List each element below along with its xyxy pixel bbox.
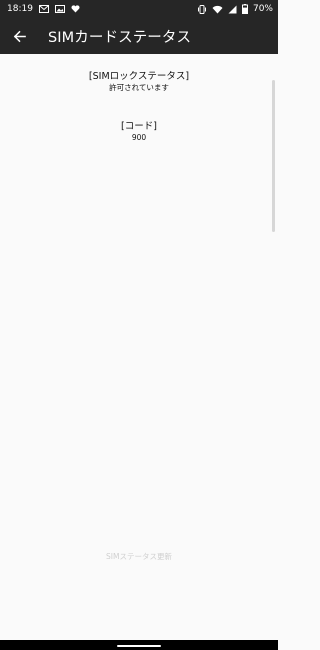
battery-percent: 70% [252, 4, 273, 14]
back-button[interactable] [1, 18, 37, 54]
code-label: [コード] [121, 121, 157, 132]
app-bar: SIMカードステータス [0, 18, 278, 54]
gmail-icon [38, 5, 49, 13]
battery-icon [241, 4, 248, 14]
page-title: SIMカードステータス [48, 29, 192, 46]
sim-lock-status-label: [SIMロックステータス] [88, 71, 190, 82]
sim-lock-status-value: 許可されています [109, 83, 169, 92]
signal-icon [228, 5, 237, 14]
image-icon [54, 5, 65, 13]
arrow-back-icon [13, 30, 26, 43]
code-value: 900 [131, 133, 147, 142]
status-time: 18:19 [7, 4, 33, 14]
code-info: [コード] 900 [0, 121, 278, 143]
vibrate-icon [197, 4, 207, 14]
wifi-icon [212, 5, 223, 14]
status-bar: 18:19 70% [0, 0, 278, 18]
navigation-bar [0, 640, 278, 650]
sim-lock-status: [SIMロックステータス] 許可されています [0, 71, 278, 93]
heart-icon [71, 5, 80, 13]
home-handle[interactable] [117, 645, 161, 647]
scrollbar[interactable] [272, 80, 275, 232]
update-sim-status-button[interactable]: SIMステータス更新 [0, 551, 278, 562]
